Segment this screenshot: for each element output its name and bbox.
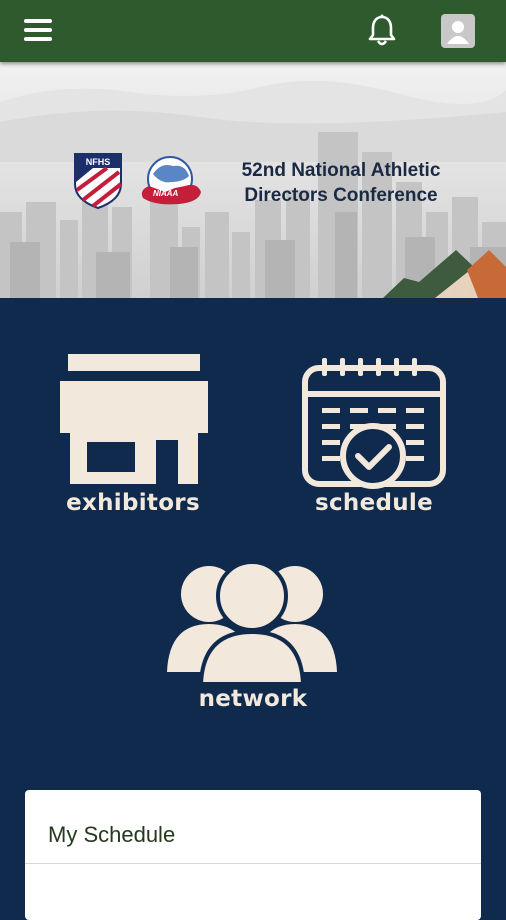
schedule-label: schedule <box>314 490 434 516</box>
my-schedule-card[interactable]: My Schedule <box>25 790 481 920</box>
exhibitors-label: exhibitors <box>66 490 200 516</box>
top-app-bar <box>0 0 506 62</box>
exhibitors-tile[interactable]: exhibitors <box>33 348 233 528</box>
calendar-check-icon <box>302 358 446 489</box>
conference-title: 52nd National Athletic Directors Confere… <box>226 158 456 208</box>
user-avatar-icon[interactable] <box>441 14 475 48</box>
conference-title-line1: 52nd National Athletic <box>241 160 441 181</box>
nfhs-logo: NFHS <box>74 153 123 210</box>
conference-title-line2: Directors Conference <box>244 185 438 206</box>
conference-banner: NFHS NIAAA 52nd National Athletic Direct… <box>0 62 506 298</box>
my-schedule-title: My Schedule <box>48 822 176 847</box>
schedule-tile[interactable]: schedule <box>274 348 474 528</box>
network-label: network <box>198 686 308 712</box>
niaaa-logo: NIAAA <box>141 156 201 205</box>
storefront-icon <box>60 354 208 484</box>
people-group-icon <box>167 562 337 684</box>
network-tile[interactable]: network <box>153 562 353 722</box>
hamburger-menu-icon[interactable] <box>24 19 52 41</box>
svg-text:NIAAA: NIAAA <box>153 189 179 198</box>
card-divider <box>25 863 481 864</box>
bell-icon[interactable] <box>366 14 398 48</box>
svg-text:NFHS: NFHS <box>86 157 111 167</box>
